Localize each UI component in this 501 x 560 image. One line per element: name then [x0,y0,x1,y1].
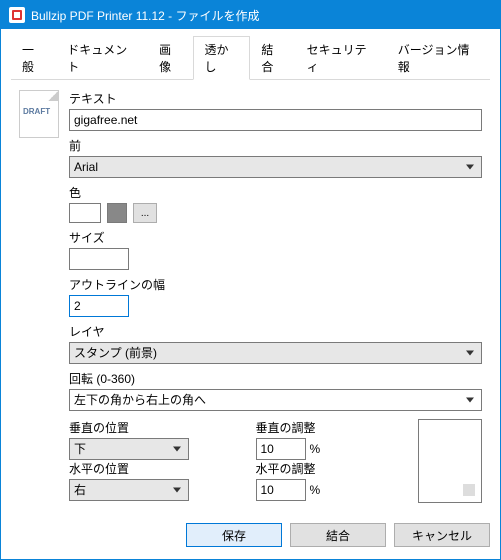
fields: テキスト 前 Arial 色 ... サイズ アウトラインの幅 [69,90,482,503]
label-hadj: 水平の調整 [256,460,413,477]
merge-button[interactable]: 結合 [290,523,386,547]
size-input[interactable] [69,248,129,270]
preview-mark [463,484,475,496]
label-font: 前 [69,137,482,154]
draft-preview-icon: DRAFT [19,90,59,138]
color-swatch[interactable] [69,203,101,223]
tab-document[interactable]: ドキュメント [56,36,148,80]
titlebar: Bullzip PDF Printer 11.12 - ファイルを作成 [1,1,500,29]
text-input[interactable] [69,109,482,131]
outline-color-swatch[interactable] [107,203,127,223]
color-picker-button[interactable]: ... [133,203,157,223]
layer-select[interactable]: スタンプ (前景) [69,342,482,364]
tab-general[interactable]: 一般 [11,36,56,80]
draft-label: DRAFT [23,107,50,116]
form-area: DRAFT テキスト 前 Arial 色 ... サイズ [11,80,490,503]
outline-input[interactable] [69,295,129,317]
tab-image[interactable]: 画像 [148,36,193,80]
label-color: 色 [69,184,482,201]
font-select[interactable]: Arial [69,156,482,178]
tab-strip: 一般 ドキュメント 画像 透かし 結合 セキュリティ バージョン情報 [11,35,490,80]
tab-security[interactable]: セキュリティ [296,36,387,80]
label-vpos: 垂直の位置 [69,419,226,436]
hadj-percent: % [310,483,321,497]
label-vadj: 垂直の調整 [256,419,413,436]
label-size: サイズ [69,229,482,246]
window-title: Bullzip PDF Printer 11.12 - ファイルを作成 [31,7,260,24]
hadj-input[interactable] [256,479,306,501]
save-button[interactable]: 保存 [186,523,282,547]
label-text: テキスト [69,90,482,107]
cancel-button[interactable]: キャンセル [394,523,490,547]
tab-merge[interactable]: 結合 [250,36,295,80]
tab-version[interactable]: バージョン情報 [387,36,490,80]
hpos-select[interactable]: 右 [69,479,189,501]
label-hpos: 水平の位置 [69,460,226,477]
tab-watermark[interactable]: 透かし [193,36,250,80]
app-window: Bullzip PDF Printer 11.12 - ファイルを作成 一般 ド… [0,0,501,560]
dialog-buttons: 保存 結合 キャンセル [1,513,500,559]
vadj-input[interactable] [256,438,306,460]
position-preview [418,419,482,503]
label-layer: レイヤ [69,323,482,340]
app-icon [9,7,25,23]
label-rotation: 回転 (0-360) [69,370,482,387]
label-outline: アウトラインの幅 [69,276,482,293]
vpos-select[interactable]: 下 [69,438,189,460]
rotation-select[interactable]: 左下の角から右上の角へ [69,389,482,411]
content-area: 一般 ドキュメント 画像 透かし 結合 セキュリティ バージョン情報 DRAFT… [1,29,500,513]
vadj-percent: % [310,442,321,456]
